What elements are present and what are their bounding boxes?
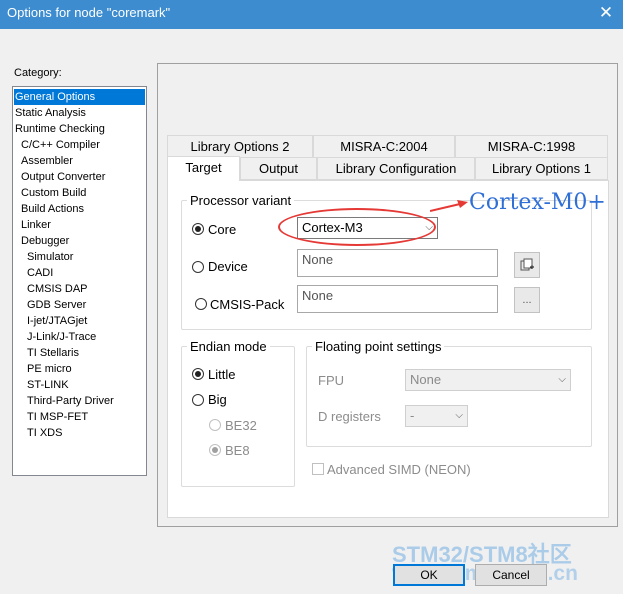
- floating-point-title: Floating point settings: [312, 339, 445, 354]
- category-item[interactable]: Build Actions: [21, 201, 84, 217]
- cmsis-pack-browse-button[interactable]: ...: [514, 287, 540, 313]
- category-item[interactable]: Debugger: [21, 233, 69, 249]
- title-bar: Options for node "coremark" ✕: [0, 0, 623, 29]
- category-item[interactable]: TI XDS: [27, 425, 62, 441]
- ok-button[interactable]: OK: [393, 564, 465, 586]
- chevron-down-icon: ⌵: [455, 410, 463, 421]
- be8-radio[interactable]: [209, 444, 221, 456]
- chevron-down-icon: ⌵: [558, 374, 566, 385]
- annotation-arrow-icon: [430, 200, 468, 212]
- tab-misra-c-2004[interactable]: MISRA-C:2004: [313, 135, 455, 158]
- category-item[interactable]: Output Converter: [21, 169, 105, 185]
- big-endian-radio[interactable]: [192, 394, 204, 406]
- core-radio[interactable]: [192, 223, 204, 235]
- tab-library-configuration[interactable]: Library Configuration: [317, 157, 475, 180]
- category-item[interactable]: C/C++ Compiler: [21, 137, 100, 153]
- category-item[interactable]: Assembler: [21, 153, 73, 169]
- close-icon[interactable]: ✕: [595, 2, 617, 24]
- advanced-simd-label[interactable]: Advanced SIMD (NEON): [327, 462, 471, 477]
- fpu-select-value: None: [410, 372, 442, 387]
- be32-radio[interactable]: [209, 419, 221, 431]
- tab-library-options-2[interactable]: Library Options 2: [167, 135, 313, 158]
- be32-label[interactable]: BE32: [225, 418, 257, 433]
- category-item[interactable]: Simulator: [27, 249, 73, 265]
- advanced-simd-checkbox[interactable]: [312, 463, 324, 475]
- category-item[interactable]: ST-LINK: [27, 377, 69, 393]
- d-registers-select-value: -: [410, 408, 415, 423]
- endian-mode-title: Endian mode: [187, 339, 270, 354]
- floating-point-group: [306, 346, 592, 447]
- cmsis-pack-radio[interactable]: [195, 298, 207, 310]
- d-registers-select[interactable]: - ⌵: [405, 405, 468, 427]
- processor-variant-title: Processor variant: [187, 193, 295, 208]
- device-select-button[interactable]: [514, 252, 540, 278]
- tab-output[interactable]: Output: [240, 157, 317, 180]
- core-select-value: Cortex-M3: [302, 220, 363, 235]
- category-item[interactable]: GDB Server: [27, 297, 86, 313]
- tab-target[interactable]: Target: [167, 156, 240, 181]
- category-item[interactable]: General Options: [14, 89, 145, 105]
- core-radio-label[interactable]: Core: [208, 222, 236, 237]
- device-browse-icon: [520, 258, 534, 271]
- cmsis-pack-radio-label[interactable]: CMSIS-Pack: [210, 297, 284, 312]
- little-endian-radio[interactable]: [192, 368, 204, 380]
- category-list[interactable]: General Options Static Analysis Runtime Ch…: [12, 86, 147, 476]
- category-item[interactable]: TI Stellaris: [27, 345, 79, 361]
- category-item[interactable]: Runtime Checking: [15, 121, 105, 137]
- little-endian-label[interactable]: Little: [208, 367, 235, 382]
- cmsis-pack-field[interactable]: None: [297, 285, 498, 313]
- chevron-down-icon: ⌵: [425, 222, 433, 233]
- device-field[interactable]: None: [297, 249, 498, 277]
- category-item[interactable]: CADI: [27, 265, 53, 281]
- category-item[interactable]: Third-Party Driver: [27, 393, 114, 409]
- category-item[interactable]: Custom Build: [21, 185, 86, 201]
- category-item[interactable]: I-jet/JTAGjet: [27, 313, 87, 329]
- annotation-text: Cortex-M0+: [469, 190, 606, 215]
- category-item[interactable]: Static Analysis: [15, 105, 86, 121]
- cancel-button[interactable]: Cancel: [475, 564, 547, 586]
- category-label: Category:: [14, 67, 62, 79]
- category-item[interactable]: J-Link/J-Trace: [27, 329, 96, 345]
- category-item[interactable]: Linker: [21, 217, 51, 233]
- core-select[interactable]: Cortex-M3 ⌵: [297, 217, 438, 239]
- category-item[interactable]: PE micro: [27, 361, 72, 377]
- window-title: Options for node "coremark": [7, 5, 171, 20]
- category-item[interactable]: CMSIS DAP: [27, 281, 88, 297]
- fpu-select[interactable]: None ⌵: [405, 369, 571, 391]
- fpu-label: FPU: [318, 373, 344, 388]
- big-endian-label[interactable]: Big: [208, 392, 227, 407]
- tab-library-options-1[interactable]: Library Options 1: [475, 157, 608, 180]
- be8-label[interactable]: BE8: [225, 443, 250, 458]
- device-radio-label[interactable]: Device: [208, 259, 248, 274]
- device-radio[interactable]: [192, 261, 204, 273]
- category-item[interactable]: TI MSP-FET: [27, 409, 88, 425]
- d-registers-label: D registers: [318, 409, 381, 424]
- tab-misra-c-1998[interactable]: MISRA-C:1998: [455, 135, 608, 158]
